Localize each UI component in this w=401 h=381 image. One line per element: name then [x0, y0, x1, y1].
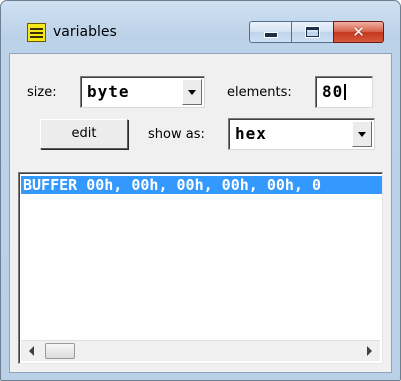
- elements-label: elements:: [227, 85, 292, 100]
- window-title: variables: [53, 24, 117, 40]
- minimize-icon: [265, 33, 277, 37]
- size-select[interactable]: byte: [80, 76, 205, 108]
- scroll-left-arrow-icon[interactable]: [29, 346, 34, 356]
- size-dropdown-arrow-icon[interactable]: [182, 79, 202, 105]
- maximize-button[interactable]: [291, 21, 334, 43]
- list-item[interactable]: BUFFER 00h, 00h, 00h, 00h, 00h, 0: [21, 176, 382, 194]
- text-caret: [344, 84, 347, 100]
- close-button[interactable]: ✕: [333, 21, 384, 43]
- title-bar[interactable]: variables ✕: [1, 1, 400, 43]
- variables-window: variables ✕ size: byte elements: 80 edit…: [0, 0, 401, 381]
- scroll-right-arrow-icon[interactable]: [367, 346, 372, 356]
- variables-list[interactable]: BUFFER 00h, 00h, 00h, 00h, 00h, 0: [18, 172, 383, 364]
- elements-input-value: 80: [322, 82, 344, 101]
- elements-input[interactable]: 80: [315, 76, 373, 108]
- show-as-dropdown-arrow-icon[interactable]: [352, 121, 372, 147]
- scrollbar-thumb[interactable]: [45, 343, 75, 359]
- close-icon: ✕: [352, 23, 365, 41]
- show-as-select-value: hex: [235, 124, 267, 143]
- show-as-label: show as:: [148, 127, 205, 142]
- show-as-select[interactable]: hex: [228, 118, 375, 150]
- list-item-text: BUFFER 00h, 00h, 00h, 00h, 00h, 0: [23, 176, 322, 194]
- edit-button[interactable]: edit: [40, 119, 128, 149]
- size-label: size:: [27, 85, 57, 100]
- variables-grid-icon: [27, 23, 46, 42]
- variables-panel: size: byte elements: 80 edit show as: he…: [9, 53, 392, 373]
- size-select-value: byte: [87, 82, 130, 101]
- horizontal-scrollbar[interactable]: [21, 340, 380, 361]
- maximize-icon: [306, 27, 319, 37]
- minimize-button[interactable]: [249, 21, 292, 43]
